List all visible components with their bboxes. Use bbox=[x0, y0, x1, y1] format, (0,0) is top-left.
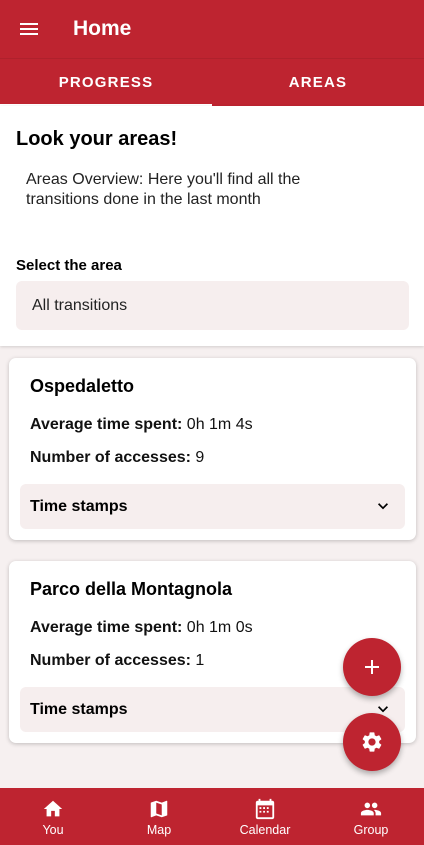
access-count: Number of accesses: 1 bbox=[30, 652, 204, 670]
average-time: Average time spent: 0h 1m 0s bbox=[30, 619, 253, 637]
tab-bar: PROGRESS AREAS bbox=[0, 58, 424, 106]
app-bar: Home bbox=[0, 0, 424, 58]
areas-header: Look your areas! Areas Overview: Here yo… bbox=[0, 106, 424, 346]
area-name: Parco della Montagnola bbox=[30, 579, 233, 599]
menu-icon bbox=[20, 23, 38, 35]
nav-label: Group bbox=[353, 823, 389, 837]
access-count: Number of accesses: 9 bbox=[30, 449, 204, 467]
nav-label: You bbox=[42, 823, 64, 837]
area-name: Ospedaletto bbox=[30, 376, 135, 396]
page-title: Home bbox=[73, 17, 132, 40]
gear-icon bbox=[362, 732, 382, 752]
nav-group[interactable]: Group bbox=[318, 788, 424, 845]
time-stamps-label: Time stamps bbox=[30, 497, 128, 515]
average-time: Average time spent: 0h 1m 4s bbox=[30, 416, 253, 434]
section-title: Look your areas! bbox=[16, 128, 178, 150]
nav-calendar[interactable]: Calendar bbox=[212, 788, 318, 845]
nav-label: Calendar bbox=[239, 823, 291, 837]
area-select[interactable]: All transitions bbox=[16, 281, 409, 330]
nav-map[interactable]: Map bbox=[106, 788, 212, 845]
access-count-value: 1 bbox=[190, 652, 205, 669]
tab-areas[interactable]: AREAS bbox=[212, 59, 424, 106]
chevron-down-icon bbox=[378, 503, 388, 510]
add-button[interactable] bbox=[343, 638, 401, 696]
nav-you[interactable]: You bbox=[0, 788, 106, 845]
time-stamps-label: Time stamps bbox=[30, 700, 128, 718]
access-count-value: 9 bbox=[190, 449, 205, 466]
average-time-label: Average time spent: bbox=[30, 619, 183, 636]
plus-icon bbox=[365, 660, 379, 674]
bottom-navigation: You Map Calendar Group bbox=[0, 788, 424, 845]
area-select-value: All transitions bbox=[32, 296, 128, 314]
access-count-label: Number of accesses: bbox=[30, 449, 191, 466]
tab-progress[interactable]: PROGRESS bbox=[0, 59, 212, 106]
group-icon bbox=[360, 802, 382, 816]
calendar-icon bbox=[255, 798, 275, 820]
map-icon bbox=[150, 800, 168, 818]
area-select-label: Select the area bbox=[16, 257, 122, 274]
time-stamps-expander[interactable]: Time stamps bbox=[20, 484, 405, 529]
access-count-label: Number of accesses: bbox=[30, 652, 191, 669]
average-time-value: 0h 1m 4s bbox=[182, 416, 253, 433]
home-icon bbox=[43, 800, 63, 817]
section-description: Areas Overview: Here you'll find all the… bbox=[26, 171, 301, 208]
nav-label: Map bbox=[146, 823, 172, 837]
average-time-label: Average time spent: bbox=[30, 416, 183, 433]
menu-button[interactable] bbox=[0, 0, 58, 58]
area-card: Ospedaletto Average time spent: 0h 1m 4s… bbox=[9, 358, 416, 540]
settings-button[interactable] bbox=[343, 713, 401, 771]
average-time-value: 0h 1m 0s bbox=[182, 619, 253, 636]
